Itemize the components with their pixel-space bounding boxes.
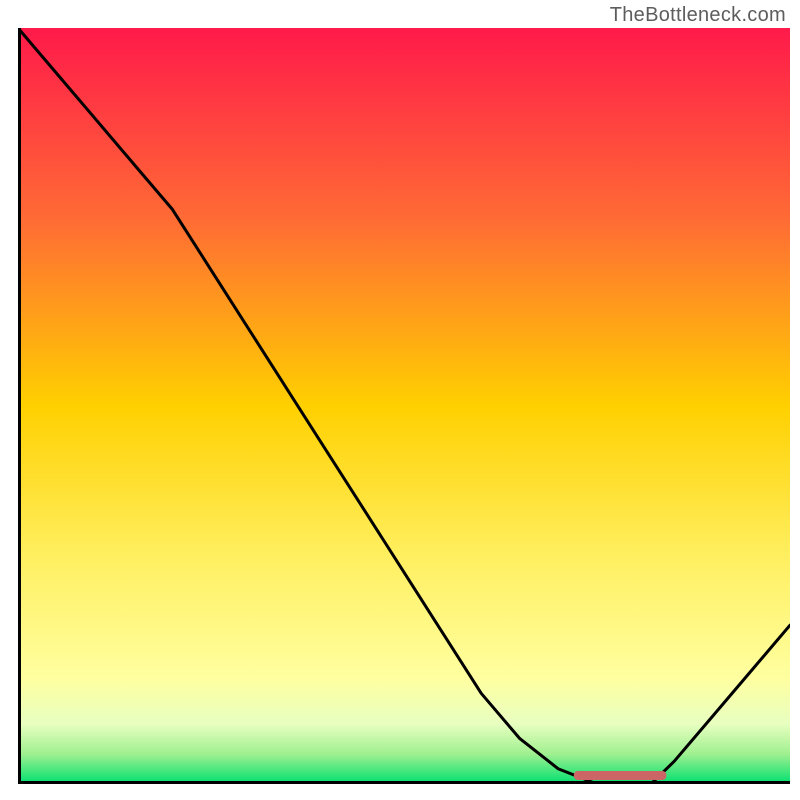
chart-svg bbox=[18, 28, 790, 784]
x-axis-line bbox=[18, 781, 790, 784]
chart-container bbox=[18, 28, 790, 784]
chart-background bbox=[18, 28, 790, 784]
watermark-text: TheBottleneck.com bbox=[610, 4, 786, 27]
optimal-range-marker bbox=[574, 771, 667, 780]
y-axis-line bbox=[18, 28, 21, 784]
